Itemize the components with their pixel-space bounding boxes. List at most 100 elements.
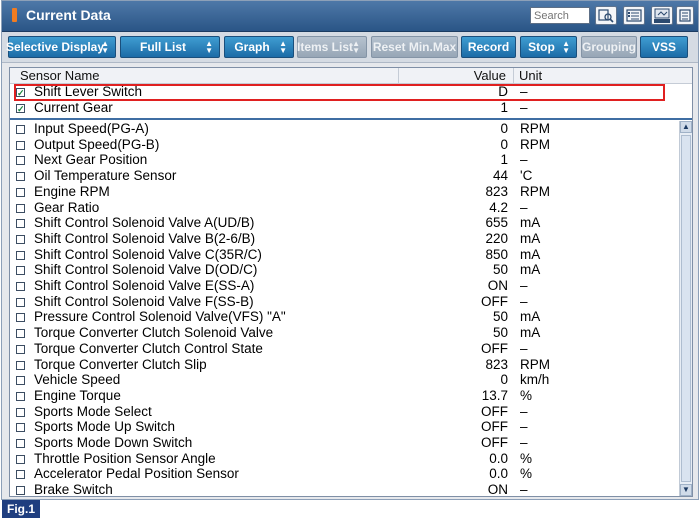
checkbox[interactable] bbox=[16, 486, 25, 496]
sensor-unit: mA bbox=[520, 230, 541, 246]
sensor-row[interactable]: Input Speed(PG-A) 0 RPM bbox=[10, 121, 680, 138]
checkbox[interactable] bbox=[16, 470, 25, 480]
scroll-thumb[interactable] bbox=[681, 135, 691, 482]
sensor-row[interactable]: Shift Control Solenoid Valve F(SS-B) OFF – bbox=[10, 294, 680, 311]
scroll-up-icon[interactable]: ▲ bbox=[680, 121, 692, 133]
sensor-row[interactable]: Engine RPM 823 RPM bbox=[10, 184, 680, 201]
checkbox[interactable] bbox=[16, 329, 25, 339]
checkbox[interactable] bbox=[16, 203, 25, 213]
graph-button[interactable]: Graph ▲ ▼ bbox=[224, 36, 294, 58]
sensor-unit: – bbox=[520, 435, 528, 450]
checkbox[interactable] bbox=[16, 282, 25, 291]
full-list-label: Full List bbox=[140, 40, 186, 54]
sensor-value: OFF bbox=[481, 340, 508, 356]
sensor-row[interactable]: Torque Converter Clutch Solenoid Valve 50… bbox=[10, 325, 680, 342]
sensor-row[interactable]: Shift Control Solenoid Valve C(35R/C) 850… bbox=[10, 246, 680, 264]
checkbox[interactable] bbox=[16, 187, 25, 197]
sensor-row[interactable]: Oil Temperature Sensor 44 'C bbox=[10, 168, 680, 185]
checkbox[interactable] bbox=[16, 454, 25, 464]
sensor-value: 50 bbox=[492, 309, 508, 325]
updown-arrow-icon: ▲ ▼ bbox=[101, 39, 109, 55]
checkbox[interactable] bbox=[16, 407, 25, 417]
sensor-unit: mA bbox=[520, 246, 541, 262]
checkbox[interactable] bbox=[16, 313, 25, 323]
checked-checkbox[interactable]: ✓ bbox=[16, 104, 25, 114]
sensor-row[interactable]: Shift Control Solenoid Valve A(UD/B) 655 m… bbox=[10, 215, 680, 232]
sensor-row[interactable]: Vehicle Speed 0 km/h bbox=[10, 372, 680, 389]
sensor-row[interactable]: Shift Control Solenoid Valve E(SS-A) ON – bbox=[10, 278, 680, 295]
sensor-row[interactable]: Pressure Control Solenoid Valve(VFS) "A"… bbox=[10, 309, 680, 326]
sensor-unit: – bbox=[520, 278, 528, 293]
checkbox[interactable] bbox=[16, 391, 25, 401]
checkbox[interactable] bbox=[16, 376, 25, 386]
checkbox[interactable] bbox=[16, 439, 25, 448]
sensor-row[interactable]: Shift Control Solenoid Valve B(2-6/B) 220… bbox=[10, 230, 680, 248]
checkbox[interactable] bbox=[16, 172, 25, 182]
pinned-divider bbox=[10, 118, 692, 120]
checkbox[interactable] bbox=[16, 344, 25, 354]
current-data-window: Current Data Selective Display ▲▼ Full L… bbox=[1, 0, 699, 500]
selective-display-button[interactable]: Selective Display ▲ ▼ bbox=[6, 36, 116, 58]
reset-min-max-button[interactable]: Reset Min.Max bbox=[371, 36, 458, 58]
checkbox[interactable] bbox=[16, 156, 25, 166]
sensor-name: Shift Control Solenoid Valve C(35R/C) bbox=[34, 246, 262, 262]
checkbox[interactable] bbox=[16, 423, 25, 433]
sensor-row[interactable]: Torque Converter Clutch Slip 823 RPM bbox=[10, 357, 680, 374]
reset-min-max-label: Reset Min.Max bbox=[372, 40, 457, 54]
sensor-row[interactable]: Brake Switch ON – bbox=[10, 482, 680, 496]
sensor-row[interactable]: Output Speed(PG-B) 0 RPM bbox=[10, 137, 680, 154]
grouping-button[interactable]: Grouping bbox=[581, 36, 637, 58]
toolbar: Selective Display ▲ ▼ Full List ▲ ▼ Graph … bbox=[2, 32, 698, 63]
checkbox[interactable] bbox=[16, 250, 25, 260]
sensor-row[interactable]: Throttle Position Sensor Angle 0.0% bbox=[10, 451, 680, 468]
sensor-row[interactable]: Next Gear Position 1– bbox=[10, 152, 680, 169]
checkbox[interactable] bbox=[16, 140, 25, 150]
checkbox[interactable] bbox=[16, 125, 25, 134]
menu-icon[interactable] bbox=[676, 6, 694, 25]
sensor-unit: – bbox=[520, 199, 528, 215]
sensor-value: 13.7 bbox=[481, 387, 508, 403]
vertical-scrollbar[interactable]: ▲ ▼ bbox=[679, 121, 692, 496]
items-list-button[interactable]: Items List ▲ ▼ bbox=[297, 36, 367, 58]
checkbox[interactable] bbox=[16, 360, 25, 370]
full-list-button[interactable]: Full List ▲ ▼ bbox=[120, 36, 220, 58]
search-input[interactable] bbox=[530, 7, 590, 24]
record-button[interactable]: Record bbox=[461, 36, 516, 58]
sensor-row[interactable]: Gear Ratio 4.2– bbox=[10, 199, 680, 217]
header-sensor-name[interactable]: Sensor Name bbox=[20, 68, 99, 83]
sensor-row[interactable]: Sports Mode Select OFF – bbox=[10, 403, 680, 421]
items-list-label: Items List bbox=[297, 40, 354, 54]
grouping-label: Grouping bbox=[582, 40, 636, 54]
sensor-row[interactable]: Shift Control Solenoid Valve D(OD/C) 50 mA bbox=[10, 262, 680, 279]
sensor-unit: km/h bbox=[520, 372, 550, 388]
sensor-row[interactable]: Engine Torque 13.7% bbox=[10, 387, 680, 405]
search-list-icon[interactable] bbox=[595, 6, 617, 25]
checkbox[interactable] bbox=[16, 297, 25, 307]
sensor-unit: % bbox=[520, 387, 533, 403]
sensor-value: 44 bbox=[492, 168, 508, 184]
sensor-row[interactable]: Accelerator Pedal Position Sensor 0.0% bbox=[10, 466, 680, 483]
sensor-unit: – bbox=[520, 419, 528, 435]
sensor-row[interactable]: Sports Mode Down Switch OFF – bbox=[10, 435, 680, 452]
title-grip-icon bbox=[12, 8, 17, 22]
header-unit[interactable]: Unit bbox=[519, 68, 542, 83]
list-view-icon[interactable] bbox=[623, 6, 645, 25]
stop-button[interactable]: Stop ▲ ▼ bbox=[520, 36, 577, 58]
sensor-row[interactable]: ✓ Current Gear 1– bbox=[10, 100, 680, 117]
checkbox[interactable] bbox=[16, 234, 25, 244]
sensor-name: Shift Control Solenoid Valve D(OD/C) bbox=[34, 262, 258, 278]
header-value[interactable]: Value bbox=[396, 68, 506, 83]
sensor-value: OFF bbox=[481, 403, 508, 419]
checkbox[interactable] bbox=[16, 219, 25, 229]
sensor-value: 0 bbox=[500, 121, 508, 136]
sensor-row[interactable]: Sports Mode Up Switch OFF – bbox=[10, 419, 680, 436]
retry-icon[interactable] bbox=[651, 6, 673, 25]
sensor-row[interactable]: Torque Converter Clutch Control State OFF… bbox=[10, 340, 680, 358]
checkbox[interactable] bbox=[16, 266, 25, 276]
scroll-down-icon[interactable]: ▼ bbox=[680, 484, 692, 496]
sensor-value: 0 bbox=[500, 372, 508, 388]
updown-arrow-icon: ▲ ▼ bbox=[562, 39, 570, 55]
vss-button[interactable]: VSS bbox=[640, 36, 688, 58]
sensor-value: OFF bbox=[481, 435, 508, 450]
grid-header: Sensor Name Value Unit bbox=[10, 68, 692, 84]
